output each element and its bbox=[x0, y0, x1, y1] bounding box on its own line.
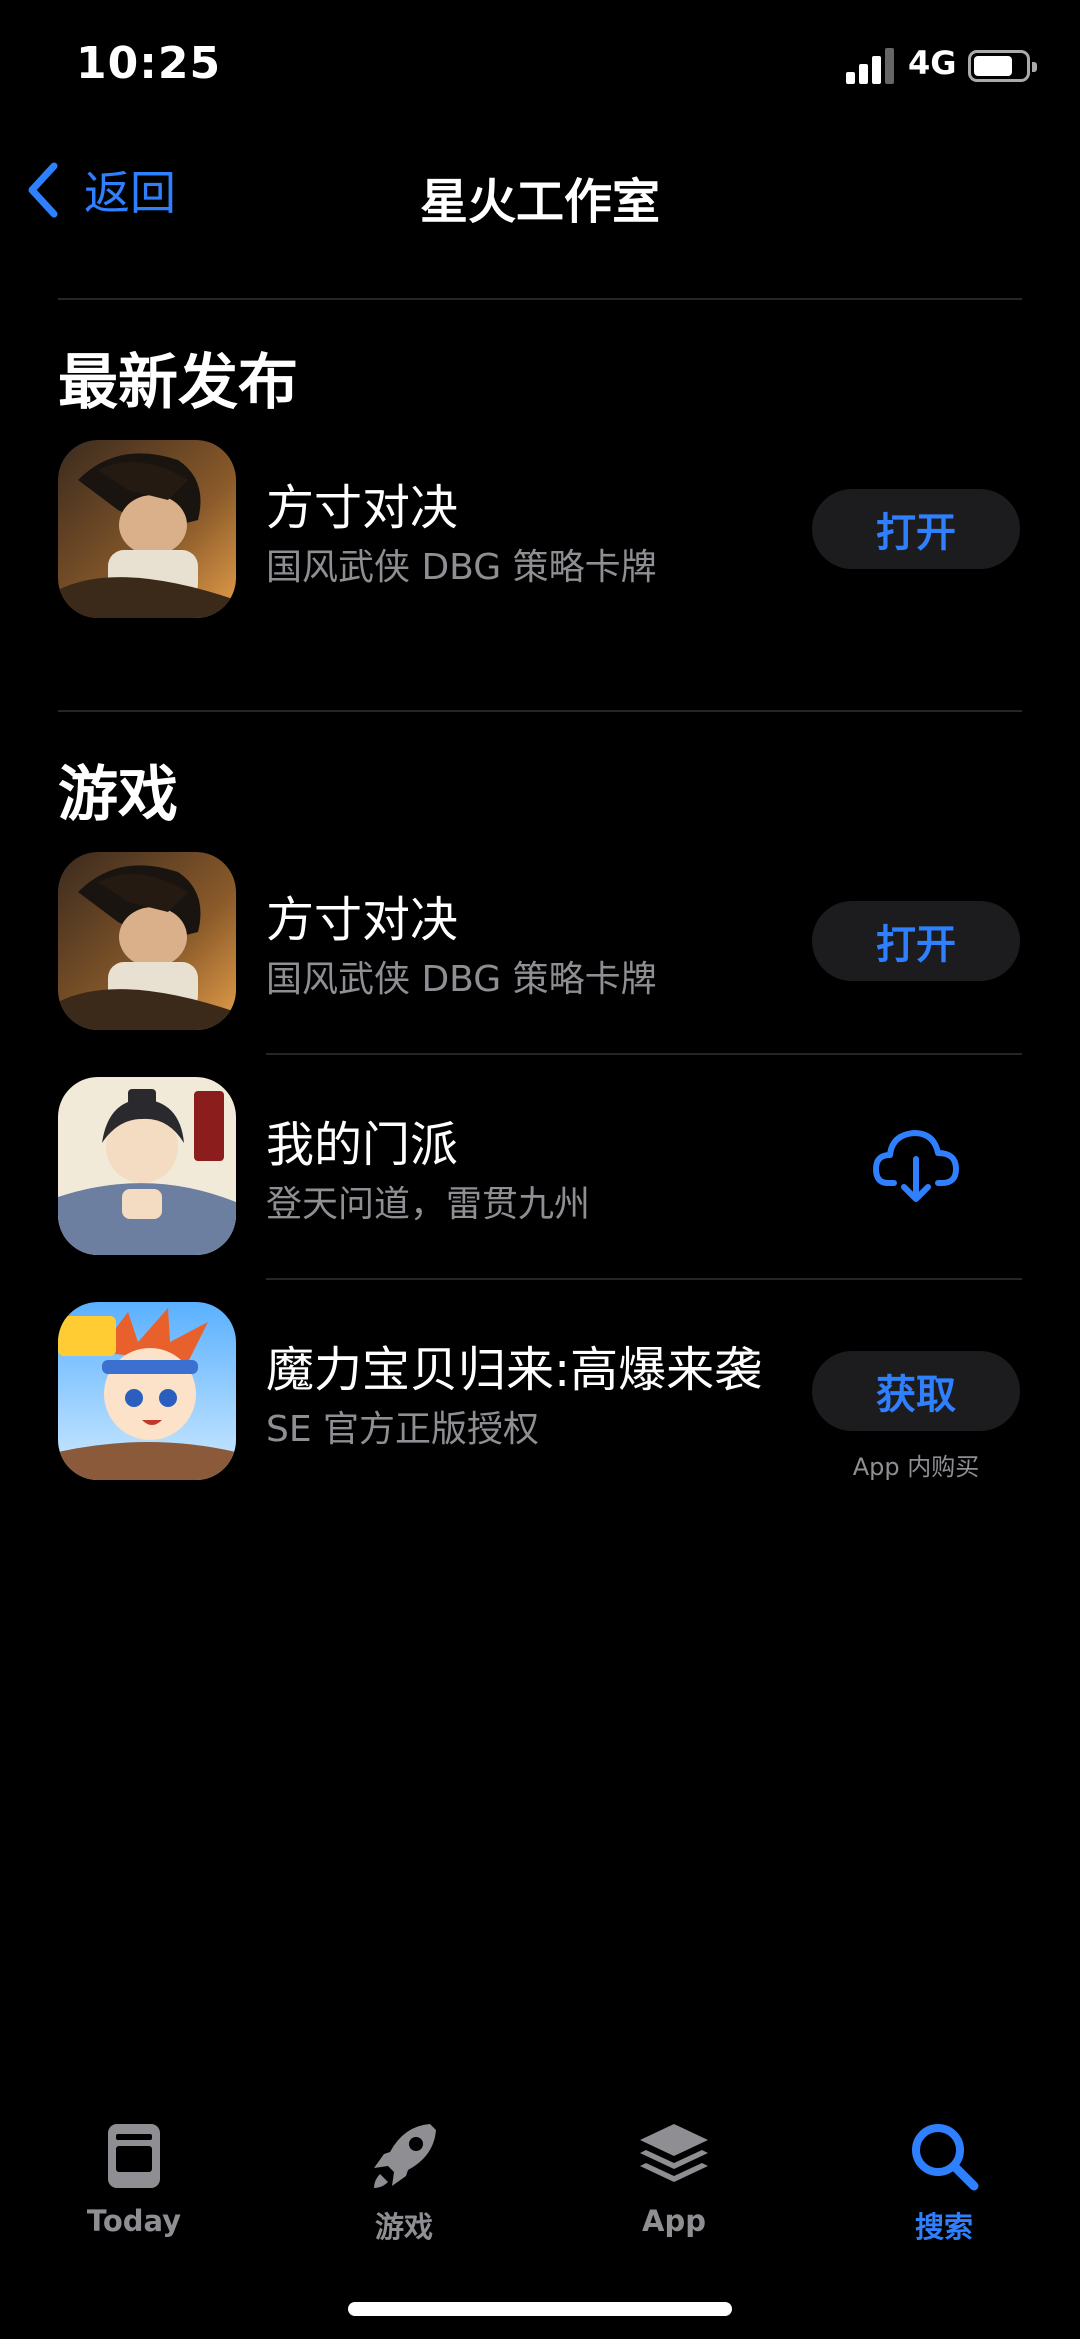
cloud-download-icon[interactable] bbox=[872, 1125, 960, 1205]
app-name: 方寸对决 bbox=[266, 480, 459, 536]
section-title-latest: 最新发布 bbox=[58, 348, 298, 418]
tab-label: Today bbox=[86, 2204, 182, 2238]
today-icon bbox=[108, 2124, 160, 2188]
cellular-signal-icon bbox=[846, 48, 894, 84]
tab-label: 搜索 bbox=[914, 2210, 973, 2244]
app-row-fangcun-latest[interactable]: 方寸对决 国风武侠 DBG 策略卡牌 打开 bbox=[0, 440, 1080, 620]
tab-apps[interactable]: App bbox=[574, 2116, 774, 2256]
page-title: 星火工作室 bbox=[419, 174, 660, 230]
tab-games[interactable]: 游戏 bbox=[304, 2116, 504, 2256]
in-app-purchase-note: App 内购买 bbox=[852, 1453, 980, 1481]
network-type: 4G bbox=[908, 44, 957, 82]
home-indicator bbox=[348, 2302, 732, 2316]
open-button[interactable]: 打开 bbox=[812, 901, 1020, 981]
app-row-molibaobei[interactable]: 魔力宝贝归来:高爆来袭 SE 官方正版授权 获取 App 内购买 bbox=[0, 1302, 1080, 1482]
navigation-bar: 返回 星火工作室 bbox=[0, 140, 1080, 240]
app-name: 方寸对决 bbox=[266, 892, 459, 948]
status-bar: 10:25 4G bbox=[0, 0, 1080, 130]
battery-icon bbox=[968, 50, 1037, 82]
app-subtitle: 国风武侠 DBG 策略卡牌 bbox=[266, 959, 657, 1000]
app-icon-fangcun[interactable] bbox=[58, 852, 236, 1030]
open-button[interactable]: 打开 bbox=[812, 489, 1020, 569]
divider bbox=[58, 710, 1022, 712]
tab-label: 游戏 bbox=[374, 2210, 433, 2244]
tab-today[interactable]: Today bbox=[34, 2116, 234, 2256]
stack-icon bbox=[640, 2124, 708, 2182]
tab-label: App bbox=[642, 2204, 706, 2238]
app-name: 我的门派 bbox=[266, 1117, 459, 1173]
app-subtitle: SE 官方正版授权 bbox=[266, 1409, 540, 1450]
get-button[interactable]: 获取 bbox=[812, 1351, 1020, 1431]
divider bbox=[58, 298, 1022, 300]
app-name: 魔力宝贝归来:高爆来袭 bbox=[266, 1342, 763, 1398]
divider bbox=[266, 1053, 1022, 1055]
app-icon-wodemenpai[interactable] bbox=[58, 1077, 236, 1255]
app-icon-fangcun[interactable] bbox=[58, 440, 236, 618]
app-row-wodemenpai[interactable]: 我的门派 登天问道，雷贯九州 bbox=[0, 1077, 1080, 1257]
app-subtitle: 国风武侠 DBG 策略卡牌 bbox=[266, 547, 657, 588]
section-title-games: 游戏 bbox=[58, 760, 178, 830]
app-store-developer-page: 10:25 4G 返回 星火工作室 最新发布 方寸对决 国风武侠 DBG 策略卡… bbox=[0, 0, 1080, 2339]
app-subtitle: 登天问道，雷贯九州 bbox=[266, 1184, 591, 1225]
tab-search[interactable]: 搜索 bbox=[844, 2116, 1044, 2256]
app-icon-molibaobei[interactable] bbox=[58, 1302, 236, 1480]
status-time: 10:25 bbox=[76, 38, 222, 89]
divider bbox=[266, 1278, 1022, 1280]
search-icon bbox=[912, 2124, 979, 2191]
app-row-fangcun[interactable]: 方寸对决 国风武侠 DBG 策略卡牌 打开 bbox=[0, 852, 1080, 1032]
rocket-icon bbox=[374, 2124, 436, 2188]
